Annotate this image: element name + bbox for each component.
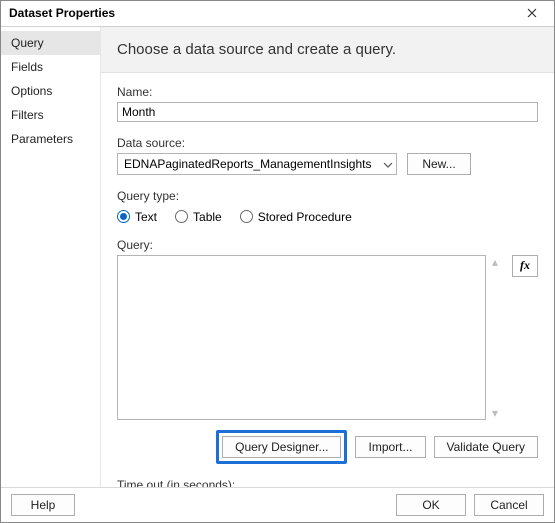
page-heading: Choose a data source and create a query. bbox=[101, 27, 554, 73]
radio-label: Table bbox=[193, 210, 222, 224]
name-label: Name: bbox=[117, 85, 538, 99]
radio-stored-procedure[interactable]: Stored Procedure bbox=[240, 210, 352, 224]
sidebar-item-label: Fields bbox=[11, 60, 43, 74]
main-panel: Choose a data source and create a query.… bbox=[101, 27, 554, 487]
sidebar-item-label: Query bbox=[11, 36, 44, 50]
radio-text[interactable]: Text bbox=[117, 210, 157, 224]
datasource-select[interactable]: EDNAPaginatedReports_ManagementInsights bbox=[117, 153, 397, 175]
new-datasource-button[interactable]: New... bbox=[407, 153, 471, 175]
query-label: Query: bbox=[117, 238, 538, 252]
validate-query-button[interactable]: Validate Query bbox=[434, 436, 539, 458]
datasource-selected-value: EDNAPaginatedReports_ManagementInsights bbox=[124, 157, 371, 171]
cancel-button[interactable]: Cancel bbox=[474, 494, 544, 516]
close-icon bbox=[527, 8, 537, 18]
radio-dot-icon bbox=[175, 210, 188, 223]
expression-button[interactable]: fx bbox=[512, 255, 538, 277]
help-button[interactable]: Help bbox=[11, 494, 75, 516]
radio-label: Stored Procedure bbox=[258, 210, 352, 224]
sidebar-item-label: Parameters bbox=[11, 132, 73, 146]
scroll-down-icon: ▾ bbox=[492, 406, 506, 420]
sidebar-item-filters[interactable]: Filters bbox=[1, 103, 100, 127]
highlight-query-designer: Query Designer... bbox=[216, 430, 347, 464]
timeout-label: Time out (in seconds): bbox=[117, 478, 235, 487]
title-bar: Dataset Properties bbox=[1, 1, 554, 27]
radio-dot-icon bbox=[240, 210, 253, 223]
querytype-radio-group: Text Table Stored Procedure bbox=[117, 210, 538, 224]
dialog-footer: Help OK Cancel bbox=[1, 487, 554, 522]
chevron-down-icon bbox=[383, 157, 393, 171]
datasource-label: Data source: bbox=[117, 136, 538, 150]
sidebar-item-fields[interactable]: Fields bbox=[1, 55, 100, 79]
sidebar-item-label: Filters bbox=[11, 108, 44, 122]
radio-dot-icon bbox=[117, 210, 130, 223]
window-title: Dataset Properties bbox=[9, 6, 115, 20]
querytype-label: Query type: bbox=[117, 189, 538, 203]
radio-table[interactable]: Table bbox=[175, 210, 222, 224]
close-button[interactable] bbox=[516, 2, 548, 24]
ok-button[interactable]: OK bbox=[396, 494, 466, 516]
dialog-body: Query Fields Options Filters Parameters … bbox=[1, 27, 554, 487]
sidebar-item-parameters[interactable]: Parameters bbox=[1, 127, 100, 151]
sidebar-item-query[interactable]: Query bbox=[1, 31, 100, 55]
sidebar-item-options[interactable]: Options bbox=[1, 79, 100, 103]
name-input[interactable] bbox=[117, 102, 538, 122]
scroll-up-icon: ▴ bbox=[492, 255, 506, 269]
scrollbar[interactable]: ▴ ▾ bbox=[492, 255, 506, 420]
import-button[interactable]: Import... bbox=[355, 436, 425, 458]
query-designer-button[interactable]: Query Designer... bbox=[222, 436, 341, 458]
query-textarea[interactable] bbox=[117, 255, 486, 420]
sidebar-item-label: Options bbox=[11, 84, 52, 98]
main-content: Name: Data source: EDNAPaginatedReports_… bbox=[101, 73, 554, 487]
sidebar: Query Fields Options Filters Parameters bbox=[1, 27, 101, 487]
radio-label: Text bbox=[135, 210, 157, 224]
